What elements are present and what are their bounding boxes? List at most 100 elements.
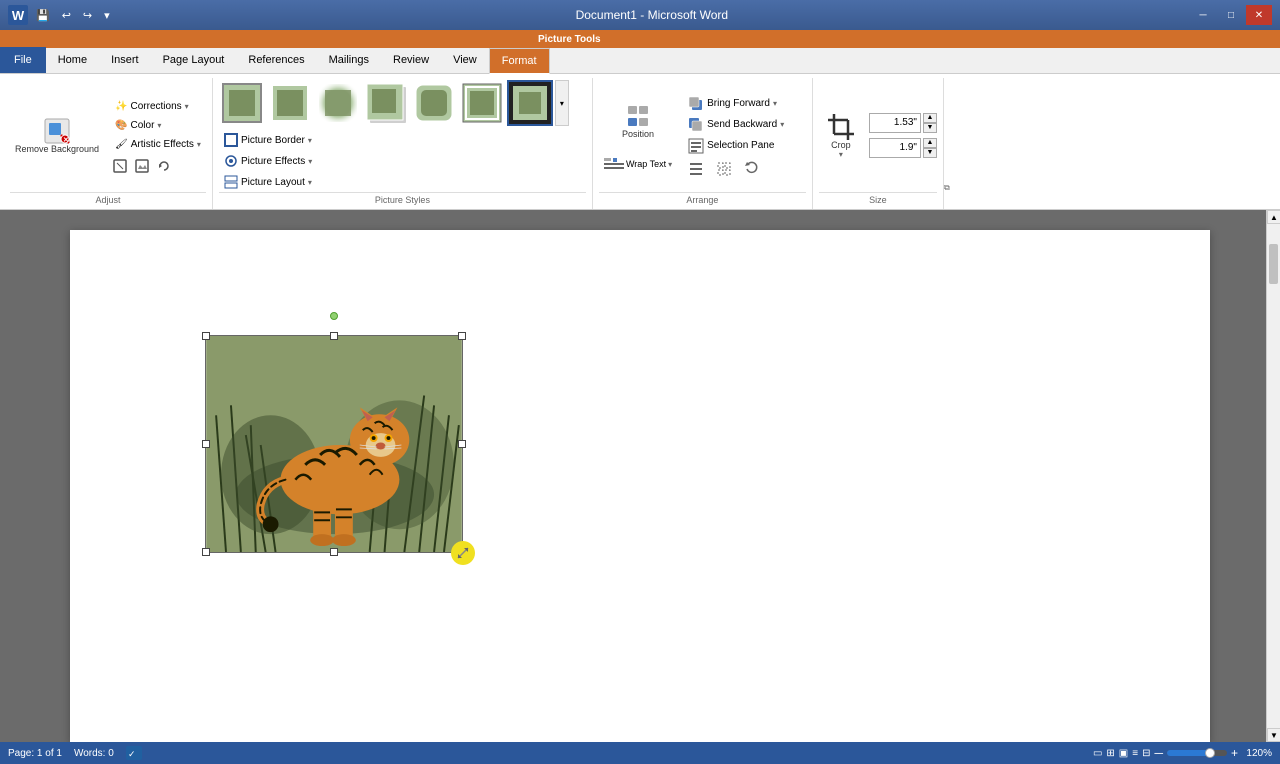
position-icon	[624, 102, 652, 130]
size-group-content: Crop ▾ 1.53" ▲ ▼ 1.9" ▲ ▼	[819, 80, 937, 192]
handle-top-right[interactable]	[458, 332, 466, 340]
selection-pane-icon	[688, 138, 704, 154]
redo-qa-button[interactable]: ↪	[79, 7, 96, 24]
picture-style-3[interactable]	[315, 80, 361, 126]
handle-rotate[interactable]	[330, 312, 338, 320]
zoom-slider-thumb[interactable]	[1205, 748, 1215, 758]
view-fullscreen-button[interactable]: ⊟	[1142, 748, 1150, 759]
bring-forward-button[interactable]: Bring Forward ▾	[683, 94, 789, 114]
remove-background-button[interactable]: ✕ Remove Background	[10, 106, 104, 166]
wrap-text-label: Wrap Text	[626, 159, 666, 169]
view-print-button[interactable]: ▣	[1119, 748, 1128, 759]
scrollbar-thumb[interactable]	[1269, 244, 1278, 284]
compress-pictures-button[interactable]	[110, 157, 130, 175]
height-up-button[interactable]: ▲	[923, 113, 937, 123]
styles-scroll-down[interactable]: ▾	[555, 80, 569, 126]
picture-style-5[interactable]	[411, 80, 457, 126]
picture-border-button[interactable]: Picture Border ▾	[219, 130, 317, 150]
picture-border-dropdown: ▾	[308, 136, 312, 145]
zoom-slider[interactable]	[1167, 750, 1227, 756]
send-backward-button[interactable]: Send Backward ▾	[683, 115, 789, 135]
width-up-button[interactable]: ▲	[923, 138, 937, 148]
remove-bg-icon: ✕	[43, 117, 71, 145]
corrections-button[interactable]: ✨ Corrections ▾	[110, 98, 206, 115]
view-normal-button[interactable]: ▭	[1093, 748, 1102, 759]
picture-style-6[interactable]	[459, 80, 505, 126]
svg-text:✕: ✕	[63, 137, 69, 144]
ribbon-group-arrange: Position Wrap Text ▾ Bring Forward ▾	[593, 78, 813, 209]
handle-top-left[interactable]	[202, 332, 210, 340]
picture-style-1[interactable]	[219, 80, 265, 126]
zoom-level[interactable]: 120%	[1242, 748, 1272, 759]
resize-cursor-indicator[interactable]	[451, 541, 475, 565]
height-input[interactable]: 1.53"	[869, 113, 921, 133]
size-expand-button[interactable]: ⧉	[944, 183, 950, 193]
close-button[interactable]: ✕	[1246, 5, 1272, 25]
scrollbar-down-button[interactable]: ▼	[1267, 728, 1280, 742]
window-title: Document1 - Microsoft Word	[576, 8, 729, 22]
view-reading-button[interactable]: ≡	[1132, 748, 1138, 759]
crop-button[interactable]: Crop ▾	[819, 109, 863, 164]
adjust-group-label: Adjust	[10, 192, 206, 207]
width-input[interactable]: 1.9"	[869, 138, 921, 158]
customize-qa-button[interactable]: ▾	[100, 7, 114, 24]
handle-middle-right[interactable]	[458, 440, 466, 448]
resize-arrow-icon	[456, 546, 470, 560]
artistic-effects-button[interactable]: 🖌 Artistic Effects ▾	[110, 136, 206, 153]
svg-text:✓: ✓	[128, 749, 136, 759]
tab-home[interactable]: Home	[46, 47, 99, 73]
ribbon-group-adjust: ✕ Remove Background ✨ Corrections ▾ 🎨 Co…	[4, 78, 213, 209]
zoom-control: ─ + 120%	[1154, 746, 1272, 760]
picture-style-7-active[interactable]	[507, 80, 553, 126]
picture-effects-dropdown: ▾	[308, 157, 312, 166]
handle-middle-left[interactable]	[202, 440, 210, 448]
tab-references[interactable]: References	[236, 47, 316, 73]
picture-style-2[interactable]	[267, 80, 313, 126]
document-area: ▲ ▼	[0, 210, 1280, 742]
group-button[interactable]	[711, 159, 737, 179]
tab-view[interactable]: View	[441, 47, 489, 73]
minimize-button[interactable]: ─	[1190, 5, 1216, 25]
position-button[interactable]: Position	[599, 93, 677, 148]
position-label: Position	[622, 130, 654, 140]
ribbon-tab-bar: File Home Insert Page Layout References …	[0, 48, 1280, 74]
tab-format[interactable]: Format	[489, 48, 550, 74]
tab-page-layout[interactable]: Page Layout	[151, 47, 237, 73]
handle-bottom-center[interactable]	[330, 548, 338, 556]
view-web-button[interactable]: ⊞	[1106, 748, 1114, 759]
undo-qa-button[interactable]: ↩	[58, 7, 75, 24]
rotate-button[interactable]	[739, 159, 765, 179]
maximize-button[interactable]: □	[1218, 5, 1244, 25]
vertical-scrollbar[interactable]: ▲ ▼	[1266, 210, 1280, 742]
window-controls: ─ □ ✕	[1190, 5, 1272, 25]
arrange-group-content: Position Wrap Text ▾ Bring Forward ▾	[599, 80, 789, 192]
tab-insert[interactable]: Insert	[99, 47, 151, 73]
tab-file[interactable]: File	[0, 47, 46, 73]
picture-effects-button[interactable]: Picture Effects ▾	[219, 151, 317, 171]
tiger-image-container[interactable]	[205, 335, 463, 553]
width-down-button[interactable]: ▼	[923, 148, 937, 158]
tab-mailings[interactable]: Mailings	[317, 47, 381, 73]
proofing-icon[interactable]: ✓	[126, 746, 142, 760]
selection-pane-button[interactable]: Selection Pane	[683, 136, 789, 156]
picture-style-4[interactable]	[363, 80, 409, 126]
send-backward-dropdown: ▾	[780, 120, 784, 129]
zoom-out-button[interactable]: ─	[1154, 746, 1163, 760]
reset-icon	[157, 159, 171, 173]
zoom-in-button[interactable]: +	[1231, 746, 1238, 760]
color-label: Color	[131, 120, 155, 131]
wrap-text-button[interactable]: Wrap Text ▾	[599, 149, 677, 179]
color-button[interactable]: 🎨 Color ▾	[110, 117, 206, 134]
picture-layout-button[interactable]: Picture Layout ▾	[219, 172, 317, 192]
height-down-button[interactable]: ▼	[923, 123, 937, 133]
save-qa-button[interactable]: 💾	[32, 7, 54, 24]
crop-icon	[827, 113, 855, 141]
handle-bottom-left[interactable]	[202, 548, 210, 556]
handle-top-center[interactable]	[330, 332, 338, 340]
reset-picture-button[interactable]	[154, 157, 174, 175]
align-button[interactable]	[683, 159, 709, 179]
scrollbar-up-button[interactable]: ▲	[1267, 210, 1280, 224]
tab-review[interactable]: Review	[381, 47, 441, 73]
change-picture-button[interactable]	[132, 157, 152, 175]
artistic-effects-dropdown-icon: ▾	[197, 140, 201, 149]
